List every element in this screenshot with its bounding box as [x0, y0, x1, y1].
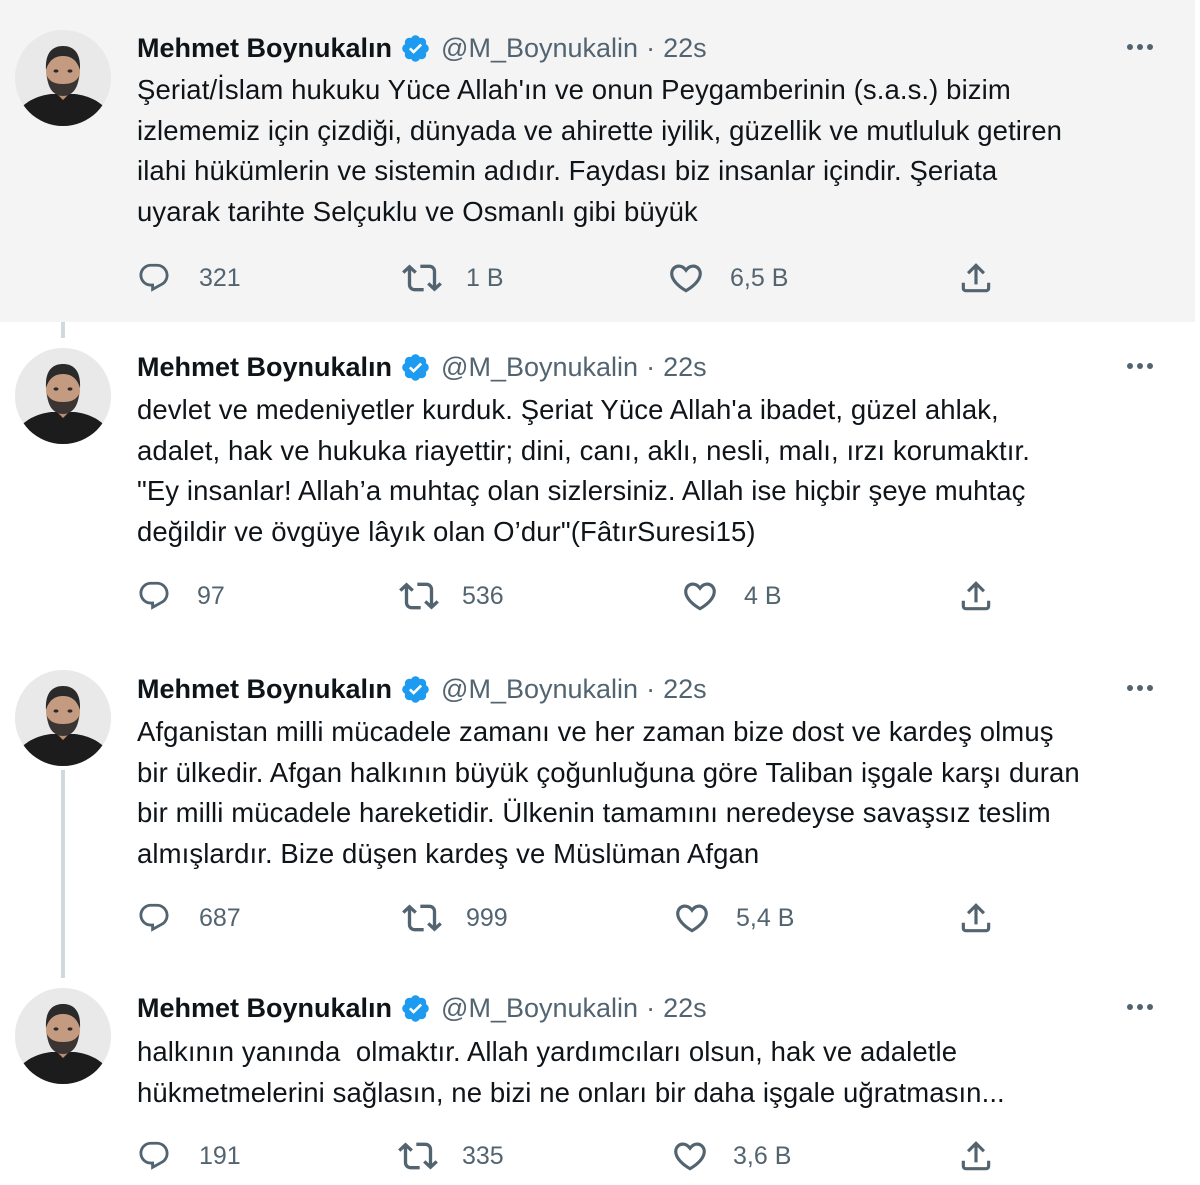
- reply-button[interactable]: 687: [137, 898, 241, 938]
- reply-count: 97: [197, 581, 225, 610]
- tweet-text: Şeriat/İslam hukuku Yüce Allah'ın ve onu…: [137, 74, 1063, 227]
- tweet-header: Mehmet Boynukalın @M_Boynukalin · 22s: [137, 990, 707, 1026]
- retweet-count: 1 B: [466, 263, 504, 292]
- avatar[interactable]: [15, 670, 111, 766]
- like-button[interactable]: 4 B: [681, 576, 782, 616]
- author-handle[interactable]: @M_Boynukalin: [441, 33, 638, 64]
- like-icon: [667, 259, 705, 297]
- tweet[interactable]: Mehmet Boynukalın @M_Boynukalin · 22s Şe…: [0, 0, 1195, 322]
- verified-badge-icon: [400, 674, 431, 705]
- share-button[interactable]: [957, 576, 995, 616]
- more-icon[interactable]: [1118, 997, 1162, 1017]
- more-icon[interactable]: [1118, 37, 1162, 57]
- separator-dot: ·: [646, 673, 656, 704]
- avatar[interactable]: [15, 30, 111, 126]
- like-count: 3,6 B: [733, 1141, 792, 1170]
- tweet-text: Afganistan milli mücadele zamanı ve her …: [137, 716, 1080, 869]
- author-name[interactable]: Mehmet Boynukalın: [137, 33, 392, 64]
- retweet-count: 335: [462, 1141, 504, 1170]
- reply-button[interactable]: 97: [137, 576, 225, 616]
- author-handle[interactable]: @M_Boynukalin: [441, 993, 638, 1024]
- separator-dot: ·: [646, 351, 656, 382]
- retweet-icon: [402, 898, 442, 938]
- author-handle[interactable]: @M_Boynukalin: [441, 674, 638, 705]
- tweet-header: Mehmet Boynukalın @M_Boynukalin · 22s: [137, 349, 707, 385]
- reply-count: 687: [199, 903, 241, 932]
- verified-badge-icon: [400, 33, 431, 64]
- avatar[interactable]: [15, 348, 111, 444]
- retweet-icon: [402, 258, 442, 298]
- retweet-count: 999: [466, 903, 508, 932]
- author-name[interactable]: Mehmet Boynukalın: [137, 674, 392, 705]
- like-icon: [681, 577, 719, 615]
- tweet-header: Mehmet Boynukalın @M_Boynukalin · 22s: [137, 30, 707, 66]
- tweet-text: halkının yanında olmaktır. Allah yardımc…: [137, 1036, 1005, 1108]
- separator-dot: ·: [646, 992, 656, 1023]
- like-count: 4 B: [744, 581, 782, 610]
- reply-button[interactable]: 191: [137, 1136, 241, 1176]
- reply-icon: [137, 1139, 171, 1173]
- retweet-count: 536: [462, 581, 504, 610]
- reply-count: 191: [199, 1141, 241, 1170]
- reply-icon: [137, 261, 171, 295]
- tweet-timestamp[interactable]: 22s: [663, 993, 707, 1024]
- more-icon[interactable]: [1118, 356, 1162, 376]
- share-button[interactable]: [957, 1136, 995, 1176]
- author-handle[interactable]: @M_Boynukalin: [441, 352, 638, 383]
- like-count: 5,4 B: [736, 903, 795, 932]
- share-icon: [957, 577, 995, 615]
- share-button[interactable]: [957, 898, 995, 938]
- like-icon: [673, 899, 711, 937]
- share-icon: [957, 259, 995, 297]
- tweet-header: Mehmet Boynukalın @M_Boynukalin · 22s: [137, 671, 707, 707]
- verified-badge-icon: [400, 993, 431, 1024]
- like-count: 6,5 B: [730, 263, 789, 292]
- like-button[interactable]: 5,4 B: [673, 898, 794, 938]
- share-icon: [957, 1137, 995, 1175]
- tweet-timestamp[interactable]: 22s: [663, 674, 707, 705]
- tweet-text: devlet ve medeniyetler kurduk. Şeriat Yü…: [137, 394, 1030, 547]
- more-icon[interactable]: [1118, 678, 1162, 698]
- share-icon: [957, 899, 995, 937]
- reply-button[interactable]: 321: [137, 258, 241, 298]
- separator-dot: ·: [646, 32, 656, 63]
- retweet-button[interactable]: 999: [402, 898, 508, 938]
- avatar[interactable]: [15, 988, 111, 1084]
- tweet-timestamp[interactable]: 22s: [663, 33, 707, 64]
- verified-badge-icon: [400, 352, 431, 383]
- like-button[interactable]: 3,6 B: [671, 1136, 791, 1176]
- like-button[interactable]: 6,5 B: [667, 258, 788, 298]
- retweet-button[interactable]: 1 B: [402, 258, 504, 298]
- retweet-button[interactable]: 536: [399, 576, 504, 616]
- retweet-icon: [398, 1136, 438, 1176]
- retweet-icon: [399, 576, 439, 616]
- reply-icon: [137, 901, 171, 935]
- retweet-button[interactable]: 335: [398, 1136, 504, 1176]
- tweet[interactable]: Mehmet Boynukalın @M_Boynukalin · 22s ha…: [0, 962, 1195, 1185]
- share-button[interactable]: [957, 258, 995, 298]
- tweet-timestamp[interactable]: 22s: [663, 352, 707, 383]
- reply-icon: [137, 579, 171, 613]
- author-name[interactable]: Mehmet Boynukalın: [137, 352, 392, 383]
- author-name[interactable]: Mehmet Boynukalın: [137, 993, 392, 1024]
- like-icon: [671, 1137, 709, 1175]
- reply-count: 321: [199, 263, 241, 292]
- tweet[interactable]: Mehmet Boynukalın @M_Boynukalin · 22s de…: [0, 322, 1195, 640]
- tweet[interactable]: Mehmet Boynukalın @M_Boynukalin · 22s Af…: [0, 640, 1195, 962]
